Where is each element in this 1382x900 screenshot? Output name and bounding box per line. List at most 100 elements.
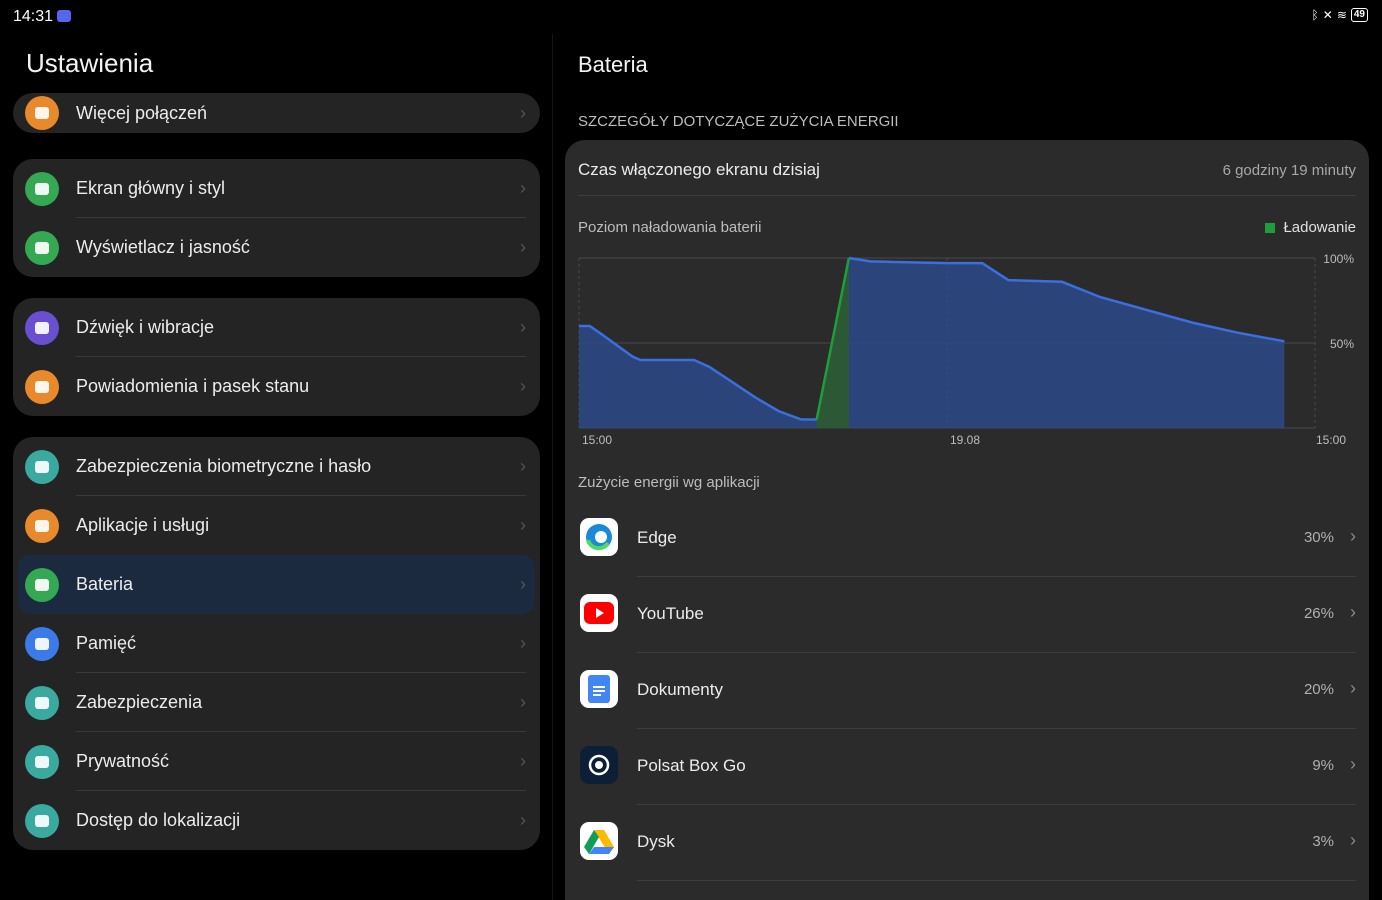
settings-item-label: Więcej połączeń (76, 102, 208, 123)
settings-item[interactable]: Pamięć › (13, 614, 540, 673)
settings-item[interactable]: Wyświetlacz i jasność › (13, 218, 540, 277)
grid-icon (25, 508, 59, 543)
shield-lock-icon (25, 744, 59, 779)
chevron-right-icon: › (1350, 678, 1356, 698)
app-name: Polsat Box Go (637, 756, 746, 775)
chevron-right-icon: › (520, 574, 526, 594)
chevron-right-icon: › (1350, 754, 1356, 774)
settings-item-label: Aplikacje i usługi (76, 515, 210, 535)
app-row[interactable]: Dysk 3% › (578, 805, 1356, 881)
settings-group: Dźwięk i wibracje › Powiadomienia i pasek … (13, 298, 540, 416)
pane-divider (552, 34, 553, 900)
settings-item-label: Zabezpieczenia biometryczne i hasło (76, 456, 372, 476)
legend-label: Ładowanie (1283, 219, 1356, 236)
chevron-right-icon: › (1350, 602, 1356, 622)
settings-item-label: Dźwięk i wibracje (76, 317, 215, 337)
settings-item[interactable]: Więcej połączeń › (13, 93, 540, 133)
chevron-right-icon: › (520, 102, 526, 123)
chevron-right-icon: › (520, 237, 526, 257)
settings-item[interactable]: Bateria › (18, 555, 535, 614)
storage-icon (25, 626, 59, 661)
speaker-icon (25, 310, 59, 345)
location-icon (25, 803, 59, 838)
app-percent: 26% (1303, 605, 1334, 622)
x-tick-label: 19.08 (950, 433, 980, 447)
edge-icon (580, 518, 618, 556)
x-tick-label: 15:00 (582, 433, 612, 447)
status-bar: 14:31 ᛒ ✕ ≋ 49 (0, 0, 1382, 34)
settings-group: Ekran główny i styl › Wyświetlacz i jasnoś… (13, 159, 540, 277)
row-divider (637, 880, 1356, 881)
settings-item[interactable]: Ekran główny i styl › (13, 159, 540, 218)
battery-status-icon: 49 (1350, 8, 1368, 22)
chart-label: Poziom naładowania baterii (578, 219, 762, 236)
app-row[interactable]: Polsat Box Go 9% › (578, 729, 1356, 805)
bell-icon (25, 369, 59, 404)
shield-check-icon (25, 685, 59, 720)
link-icon (25, 96, 59, 130)
settings-item[interactable]: Zabezpieczenia biometryczne i hasło › (13, 437, 540, 496)
app-row[interactable]: Dokumenty 20% › (578, 653, 1356, 729)
section-caption: SZCZEGÓŁY DOTYCZĄCE ZUŻYCIA ENERGII (578, 113, 899, 130)
settings-item-label: Wyświetlacz i jasność (76, 237, 250, 257)
chevron-right-icon: › (520, 456, 526, 476)
apps-caption: Zużycie energii wg aplikacji (578, 474, 760, 491)
settings-item-label: Bateria (76, 574, 134, 594)
app-name: Edge (637, 528, 677, 547)
app-row[interactable]: Edge 30% › (578, 501, 1356, 577)
app-row[interactable]: YouTube 26% › (578, 577, 1356, 653)
key-icon (25, 449, 59, 484)
app-name: YouTube (637, 604, 704, 623)
settings-item[interactable]: Aplikacje i usługi › (13, 496, 540, 555)
polsat-icon (580, 746, 618, 784)
status-icons: ᛒ ✕ ≋ 49 (1312, 8, 1368, 22)
settings-item-label: Pamięć (76, 633, 137, 653)
settings-item-label: Ekran główny i styl (76, 178, 226, 198)
status-time: 14:31 (13, 8, 54, 25)
y-tick-label: 50% (1330, 337, 1354, 351)
youtube-icon (580, 594, 618, 632)
chevron-right-icon: › (520, 692, 526, 712)
wifi-icon: ≋ (1336, 8, 1347, 22)
settings-item-label: Prywatność (76, 751, 170, 771)
chevron-right-icon: › (520, 178, 526, 198)
app-name: Dokumenty (637, 680, 723, 699)
settings-item[interactable]: Dźwięk i wibracje › (13, 298, 540, 357)
docs-icon (580, 670, 618, 708)
app-percent: 20% (1303, 681, 1334, 698)
drive-icon (580, 822, 618, 860)
settings-group: Zabezpieczenia biometryczne i hasło › Apli… (13, 437, 540, 850)
page-title: Bateria (578, 52, 648, 77)
eye-icon (25, 230, 59, 265)
settings-item[interactable]: Dostęp do lokalizacji › (13, 791, 540, 850)
app-name: Dysk (637, 832, 675, 851)
settings-item-label: Powiadomienia i pasek stanu (76, 376, 310, 396)
discord-icon (57, 10, 71, 22)
legend-swatch (1265, 222, 1276, 233)
chevron-right-icon: › (1350, 830, 1356, 850)
battery-card: Czas włączonego ekranu dzisiaj 6 godziny… (565, 140, 1369, 900)
bell-off-icon: ✕ (1322, 8, 1333, 22)
screen-on-row[interactable]: Czas włączonego ekranu dzisiaj 6 godziny… (578, 140, 1356, 196)
app-percent: 30% (1303, 529, 1334, 546)
screen-on-label: Czas włączonego ekranu dzisiaj (578, 160, 820, 179)
app-percent: 9% (1312, 757, 1334, 774)
image-icon (25, 171, 59, 206)
settings-item[interactable]: Prywatność › (13, 732, 540, 791)
battery-level-chart[interactable]: 100% 50% 15:00 19.08 15:00 (565, 248, 1369, 448)
chevron-right-icon: › (1350, 526, 1356, 546)
chart-legend: Ładowanie (1265, 219, 1356, 236)
x-tick-label: 15:00 (1316, 433, 1346, 447)
settings-item[interactable]: Powiadomienia i pasek stanu › (13, 357, 540, 416)
chevron-right-icon: › (520, 751, 526, 771)
chevron-right-icon: › (520, 515, 526, 535)
settings-item-label: Dostęp do lokalizacji (76, 810, 241, 830)
settings-group: Więcej połączeń › (13, 93, 540, 133)
settings-title: Ustawienia (26, 48, 154, 78)
app-percent: 3% (1312, 833, 1334, 850)
y-tick-label: 100% (1323, 252, 1354, 266)
settings-item[interactable]: Zabezpieczenia › (13, 673, 540, 732)
settings-item-label: Zabezpieczenia (76, 692, 203, 712)
chevron-right-icon: › (520, 633, 526, 653)
chevron-right-icon: › (520, 810, 526, 830)
